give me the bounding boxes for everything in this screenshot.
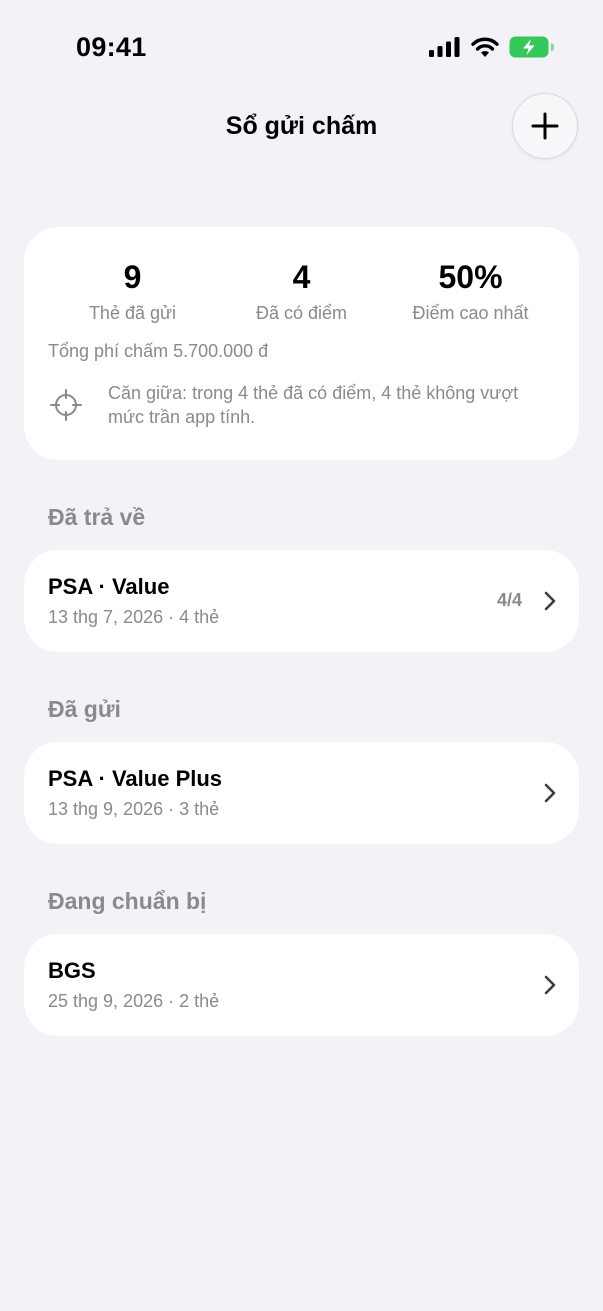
summary-card: 9 Thẻ đã gửi 4 Đã có điểm 50% Điểm cao n… <box>24 227 579 460</box>
stat-value: 9 <box>123 259 142 295</box>
stat-label: Đã có điểm <box>255 303 348 323</box>
submission-subtitle: 13 thg 9, 2026 · 3 thẻ <box>48 799 220 819</box>
submission-subtitle: 25 thg 9, 2026 · 2 thẻ <box>48 991 220 1011</box>
battery-charging-icon <box>509 36 554 58</box>
status-icons <box>429 36 555 58</box>
chevron-right-icon <box>544 783 556 803</box>
stat-cards-sent: 9 Thẻ đã gửi <box>40 257 225 325</box>
stat-top-grade: 50% Điểm cao nhất <box>378 257 563 325</box>
centering-note: Căn giữa: trong 4 thẻ đã có điểm, 4 thẻ … <box>108 383 519 427</box>
stat-label: Điểm cao nhất <box>412 303 529 323</box>
submission-subtitle: 13 thg 7, 2026 · 4 thẻ <box>48 607 220 627</box>
graded-count: 4/4 <box>496 590 522 610</box>
crosshair-icon <box>50 389 82 421</box>
stat-label: Thẻ đã gửi <box>88 303 177 323</box>
stat-graded: 4 Đã có điểm <box>209 257 394 325</box>
submission-title: PSA · Value Plus <box>48 766 223 791</box>
submission-row[interactable]: PSA · Value 13 thg 7, 2026 · 4 thẻ 4/4 <box>24 550 579 652</box>
cellular-signal-icon <box>429 37 460 57</box>
submission-title: PSA · Value <box>48 574 170 599</box>
status-time: 09:41 <box>76 32 147 62</box>
wifi-icon <box>471 37 499 57</box>
submission-row[interactable]: PSA · Value Plus 13 thg 9, 2026 · 3 thẻ <box>24 742 579 844</box>
submission-title: BGS <box>48 958 96 983</box>
total-fee: Tổng phí chấm 5.700.000 đ <box>48 341 269 361</box>
status-bar: 09:41 <box>0 0 603 96</box>
chevron-right-icon <box>544 975 556 995</box>
add-button[interactable] <box>512 93 578 159</box>
chevron-right-icon <box>544 591 556 611</box>
stat-value: 4 <box>292 259 311 295</box>
stat-value: 50% <box>438 259 503 295</box>
section-header-preparing: Đang chuẩn bị <box>48 888 207 914</box>
section-header-returned: Đã trả về <box>48 504 146 530</box>
section-header-sent: Đã gửi <box>48 696 121 722</box>
submission-row[interactable]: BGS 25 thg 9, 2026 · 2 thẻ <box>24 934 579 1036</box>
plus-icon <box>531 112 559 140</box>
